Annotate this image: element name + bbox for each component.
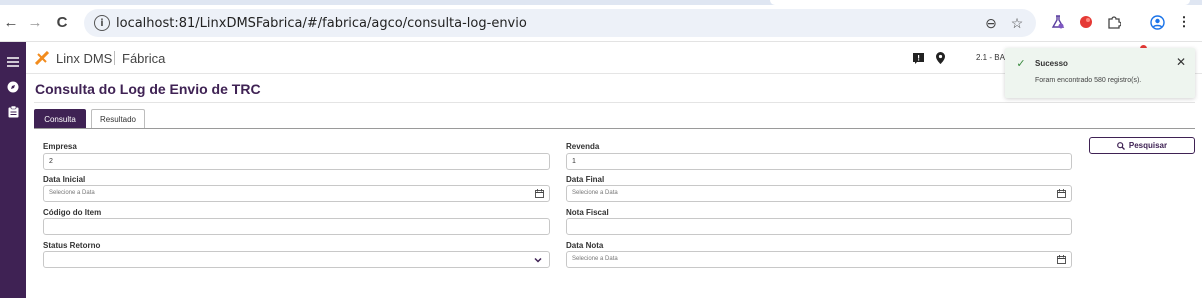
side-nav	[0, 42, 26, 298]
profile-icon[interactable]	[1149, 14, 1165, 30]
back-icon[interactable]: ←	[2, 13, 20, 31]
search-button-label: Pesquisar	[1128, 141, 1168, 150]
codigo-item-field[interactable]	[43, 218, 550, 235]
brand-divider	[114, 51, 115, 65]
linx-logo-icon	[35, 51, 49, 65]
calendar-icon[interactable]	[1057, 189, 1066, 198]
chevron-down-icon[interactable]	[533, 255, 543, 265]
tab-divider	[34, 128, 1195, 129]
zoom-icon[interactable]: ⊖	[983, 15, 999, 31]
status-retorno-select[interactable]	[43, 251, 550, 268]
nota-fiscal-label: Nota Fiscal	[566, 208, 609, 217]
bookmark-star-icon[interactable]: ☆	[1009, 15, 1025, 31]
compass-icon[interactable]	[5, 79, 21, 95]
url-text[interactable]: localhost:81/LinxDMSFabrica/#/fabrica/ag…	[116, 16, 527, 31]
forward-icon[interactable]: →	[26, 13, 44, 31]
calendar-icon[interactable]	[1057, 255, 1066, 264]
revenda-field[interactable]: 1	[566, 153, 1072, 170]
data-final-field[interactable]: Selecione a Data	[566, 185, 1072, 202]
brand-name: Linx DMS	[56, 51, 113, 66]
nota-fiscal-field[interactable]	[566, 218, 1072, 235]
tab-strip	[0, 0, 1202, 5]
toast-title: Sucesso	[1035, 59, 1068, 68]
search-icon	[1116, 141, 1125, 150]
data-nota-field[interactable]: Selecione a Data	[566, 251, 1072, 268]
data-inicial-placeholder: Selecione a Data	[49, 190, 95, 196]
data-nota-label: Data Nota	[566, 241, 604, 250]
empresa-value: 2	[49, 158, 53, 165]
address-bar[interactable]: i localhost:81/LinxDMSFabrica/#/fabrica/…	[84, 9, 1036, 37]
reload-icon[interactable]: C	[53, 13, 71, 31]
tab-resultado[interactable]: Resultado	[91, 109, 145, 129]
flask-extension-icon[interactable]	[1050, 14, 1066, 30]
empresa-field[interactable]: 2	[43, 153, 550, 170]
toast-message: Foram encontrado 580 registro(s).	[1035, 77, 1142, 84]
search-button[interactable]: Pesquisar	[1089, 137, 1195, 154]
revenda-label: Revenda	[566, 142, 600, 151]
extension-icon[interactable]	[1078, 14, 1094, 30]
success-toast: ✓ Sucesso Foram encontrado 580 registro(…	[1005, 48, 1195, 98]
tab-consulta[interactable]: Consulta	[34, 109, 86, 129]
status-retorno-label: Status Retorno	[43, 241, 101, 250]
data-inicial-field[interactable]: Selecione a Data	[43, 185, 550, 202]
calendar-icon[interactable]	[535, 189, 544, 198]
site-info-icon[interactable]: i	[94, 15, 110, 31]
hamburger-menu-icon[interactable]	[5, 54, 21, 70]
data-final-label: Data Final	[566, 175, 605, 184]
active-browser-tab[interactable]	[770, 0, 1190, 5]
data-final-placeholder: Selecione a Data	[572, 190, 618, 196]
clipboard-icon[interactable]	[5, 104, 21, 120]
page-title: Consulta do Log de Envio de TRC	[35, 81, 261, 97]
feedback-icon[interactable]	[912, 52, 924, 64]
check-icon: ✓	[1016, 57, 1026, 70]
extensions-puzzle-icon[interactable]	[1106, 14, 1122, 30]
location-pin-icon[interactable]	[934, 52, 946, 64]
close-icon[interactable]: ✕	[1175, 55, 1187, 69]
revenda-value: 1	[572, 158, 576, 165]
browser-menu-icon[interactable]: ⋮	[1176, 14, 1192, 30]
module-name: Fábrica	[122, 51, 166, 66]
data-inicial-label: Data Inicial	[43, 175, 86, 184]
codigo-item-label: Código do Item	[43, 208, 102, 217]
title-divider	[34, 102, 1195, 103]
empresa-label: Empresa	[43, 142, 77, 151]
data-nota-placeholder: Selecione a Data	[572, 256, 618, 262]
browser-toolbar: ← → C i localhost:81/LinxDMSFabrica/#/fa…	[0, 0, 1202, 42]
